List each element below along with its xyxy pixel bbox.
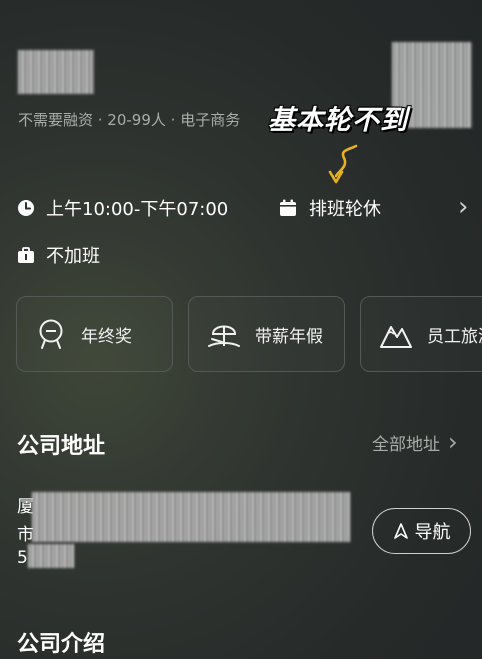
medal-icon <box>39 319 63 349</box>
address-blurred <box>28 544 74 568</box>
annotation-arrow-icon <box>328 144 358 184</box>
calendar-icon <box>280 199 296 216</box>
work-schedule-text: 排班轮休 <box>309 199 381 220</box>
navigation-arrow-icon <box>393 523 408 539</box>
overtime-text: 不加班 <box>46 246 100 267</box>
address-line: 5 <box>17 548 28 568</box>
chevron-right-icon[interactable]: › <box>458 192 468 222</box>
benefit-chip-team-trip[interactable]: 员工旅游 <box>360 296 482 372</box>
benefit-chip-year-end-bonus[interactable]: 年终奖 <box>16 296 173 372</box>
benefit-chip-paid-leave[interactable]: 带薪年假 <box>188 296 345 372</box>
beach-icon <box>208 325 240 347</box>
company-meta: 不需要融资 · 20-99人 · 电子商务 <box>18 111 241 129</box>
mountain-icon <box>380 326 412 348</box>
clock-icon <box>18 200 34 216</box>
benefit-label: 带薪年假 <box>255 326 323 347</box>
briefcase-icon <box>18 246 34 263</box>
company-name-blurred <box>18 50 94 94</box>
navigate-button[interactable]: 导航 <box>372 508 471 554</box>
work-hours: 上午10:00-下午07:00 <box>17 196 228 220</box>
address-section-title: 公司地址 <box>17 434 106 459</box>
all-addresses-link[interactable]: 全部地址 › <box>372 428 458 456</box>
intro-section-title: 公司介绍 <box>17 632 106 657</box>
all-addresses-label: 全部地址 <box>372 434 440 455</box>
annotation-text: 基本轮不到 <box>268 105 408 136</box>
navigate-label: 导航 <box>414 522 451 543</box>
overtime-info: 不加班 <box>17 243 100 267</box>
work-schedule[interactable]: 排班轮休 <box>279 196 381 220</box>
benefit-label: 年终奖 <box>81 326 132 347</box>
benefit-label: 员工旅游 <box>427 326 482 347</box>
address-blurred <box>32 492 350 542</box>
work-hours-text: 上午10:00-下午07:00 <box>46 199 229 220</box>
chevron-right-icon: › <box>448 428 458 456</box>
